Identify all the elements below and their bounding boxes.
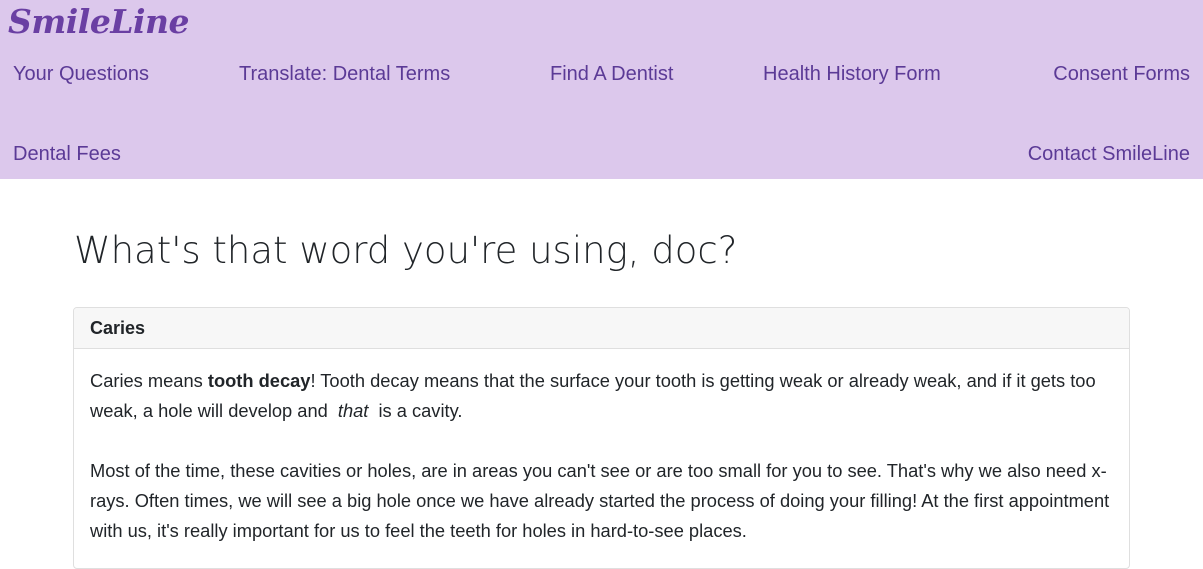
- explanation-paragraph: Most of the time, these cavities or hole…: [90, 460, 1110, 541]
- term-card: Caries Caries means tooth decay! Tooth d…: [73, 307, 1130, 569]
- nav-your-questions[interactable]: Your Questions: [13, 61, 149, 87]
- card-body: Caries means tooth decay! Tooth decay me…: [74, 349, 1129, 546]
- nav-translate-dental-terms[interactable]: Translate: Dental Terms: [239, 61, 450, 87]
- nav-health-history-form[interactable]: Health History Form: [763, 61, 941, 87]
- definition-italic-word: that: [337, 400, 369, 421]
- definition-text-start: Caries means: [90, 370, 208, 391]
- brand-logo[interactable]: SmileLine: [8, 0, 190, 44]
- definition-text-end: is a cavity.: [373, 400, 463, 421]
- site-header: SmileLine Your Questions Translate: Dent…: [0, 0, 1203, 179]
- definition-bold-term: tooth decay: [207, 370, 311, 391]
- nav-contact-smileline[interactable]: Contact SmileLine: [1028, 141, 1190, 167]
- definition-paragraph: Caries means tooth decay! Tooth decay me…: [90, 366, 1113, 426]
- page-title: What's that word you're using, doc?: [74, 229, 738, 272]
- card-header: Caries: [74, 308, 1129, 349]
- nav-consent-forms[interactable]: Consent Forms: [1053, 61, 1190, 87]
- nav-find-a-dentist[interactable]: Find A Dentist: [550, 61, 673, 87]
- nav-dental-fees[interactable]: Dental Fees: [13, 141, 121, 167]
